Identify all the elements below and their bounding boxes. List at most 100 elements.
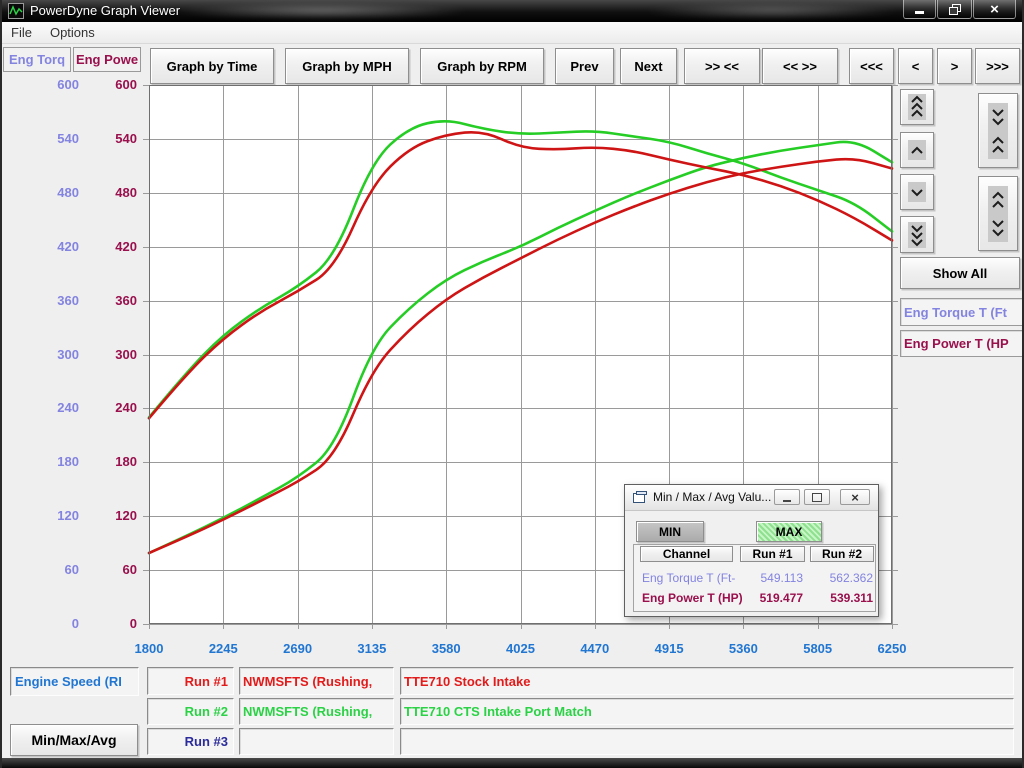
minmax-value: 549.113	[741, 571, 803, 585]
chevrons-inward-icon	[988, 103, 1008, 159]
glass-blur-artifact	[172, 3, 472, 19]
graph-by-mph-button[interactable]: Graph by MPH	[285, 48, 409, 84]
minmax-title-bar[interactable]: Min / Max / Avg Valu... ×	[625, 485, 878, 511]
x-channel-box: Engine Speed (RI	[10, 667, 139, 696]
torque-axis-toggle[interactable]: Eng Torq	[3, 47, 71, 72]
power-axis-toggle[interactable]: Eng Powe	[73, 47, 141, 72]
power-tick-label: 480	[70, 185, 137, 200]
run1-comment-box: TTE710 Stock Intake	[400, 667, 1014, 695]
minmax-avg-button[interactable]: Min/Max/Avg	[10, 724, 138, 756]
run2-file-box: NWMSFTS (Rushing,	[239, 698, 394, 725]
run2-comment-box: TTE710 CTS Intake Port Match	[400, 698, 1014, 725]
window-title: PowerDyne Graph Viewer	[30, 3, 180, 18]
minmax-window: Min / Max / Avg Valu... × MIN MAX Channe…	[624, 484, 879, 617]
rpm-tick-label: 2245	[188, 641, 258, 656]
y-scale-down-button[interactable]	[900, 174, 934, 210]
rpm-tick-label: 4915	[634, 641, 704, 656]
show-all-button[interactable]: Show All	[900, 257, 1020, 289]
minmax-header-run2[interactable]: Run #2	[810, 546, 874, 562]
glass-blur-artifact	[642, 3, 902, 19]
prev-button[interactable]: Prev	[555, 48, 614, 84]
torque-tick-label: 600	[12, 77, 79, 92]
minimize-icon	[915, 11, 924, 14]
power-tick-label: 420	[70, 239, 137, 254]
next-button[interactable]: Next	[620, 48, 677, 84]
rpm-tick-label: 2690	[263, 641, 333, 656]
y-range-expand-button[interactable]	[978, 176, 1018, 251]
graph-by-rpm-button[interactable]: Graph by RPM	[420, 48, 544, 84]
legend-torque-channel: Eng Torque T (Ft	[900, 298, 1024, 326]
minmax-value: 519.477	[741, 591, 803, 605]
rpm-tick-label: 6250	[857, 641, 927, 656]
power-tick-label: 600	[70, 77, 137, 92]
minmax-minimize-button[interactable]	[774, 489, 800, 505]
minimize-button[interactable]	[903, 0, 936, 19]
chevron-up-icon	[908, 140, 926, 160]
app-icon	[8, 3, 24, 19]
minmax-row-channel: Eng Power T (HP)	[642, 591, 743, 605]
menu-file[interactable]: File	[2, 23, 41, 42]
chevrons-outward-icon	[988, 186, 1008, 242]
maximize-button[interactable]	[937, 0, 972, 19]
torque-tick-label: 540	[12, 131, 79, 146]
torque-tick-label: 180	[12, 454, 79, 469]
power-tick-label: 0	[70, 616, 137, 631]
minmax-close-button[interactable]: ×	[840, 489, 870, 505]
power-tick-label: 180	[70, 454, 137, 469]
rpm-tick-label: 4470	[560, 641, 630, 656]
run3-file-box	[239, 728, 394, 755]
power-tick-label: 240	[70, 400, 137, 415]
minmax-window-title: Min / Max / Avg Valu...	[653, 490, 771, 504]
torque-tick-label: 480	[12, 185, 79, 200]
minmax-row-channel: Eng Torque T (Ft-	[642, 571, 735, 585]
scroll-far-right-button[interactable]: >>>	[975, 48, 1020, 84]
y-scale-down-fast-button[interactable]	[900, 216, 934, 253]
maximize-icon	[949, 4, 961, 15]
power-tick-label: 60	[70, 562, 137, 577]
torque-tick-label: 360	[12, 293, 79, 308]
menu-options[interactable]: Options	[41, 23, 104, 42]
torque-tick-label: 300	[12, 347, 79, 362]
minmax-header-channel[interactable]: Channel	[640, 546, 733, 562]
zoom-out-button[interactable]: << >>	[762, 48, 838, 84]
graph-by-time-button[interactable]: Graph by Time	[150, 48, 274, 84]
minmax-header-run1[interactable]: Run #1	[740, 546, 805, 562]
rpm-tick-label: 3580	[411, 641, 481, 656]
min-button[interactable]: MIN	[636, 521, 704, 542]
run1-label-box: Run #1	[147, 667, 234, 695]
torque-tick-label: 60	[12, 562, 79, 577]
torque-tick-label: 120	[12, 508, 79, 523]
power-tick-label: 300	[70, 347, 137, 362]
rpm-tick-label: 5805	[783, 641, 853, 656]
y-scale-up-fast-button[interactable]	[900, 89, 934, 125]
minmax-restore-button[interactable]	[804, 489, 830, 505]
y-scale-up-button[interactable]	[900, 132, 934, 168]
torque-tick-label: 0	[12, 616, 79, 631]
run3-comment-box	[400, 728, 1014, 755]
app-window: PowerDyne Graph Viewer × File Options En…	[0, 0, 1024, 768]
minmax-value: 539.311	[811, 591, 873, 605]
run2-label-box: Run #2	[147, 698, 234, 725]
power-tick-label: 360	[70, 293, 137, 308]
power-tick-label: 540	[70, 131, 137, 146]
scroll-right-button[interactable]: >	[937, 48, 972, 84]
close-button[interactable]: ×	[973, 0, 1016, 19]
legend-power-channel: Eng Power T (HP	[900, 330, 1024, 357]
title-bar[interactable]: PowerDyne Graph Viewer ×	[2, 0, 1022, 22]
zoom-in-button[interactable]: >> <<	[684, 48, 760, 84]
scroll-far-left-button[interactable]: <<<	[849, 48, 894, 84]
max-button[interactable]: MAX	[756, 521, 822, 542]
triple-chevron-up-icon	[908, 94, 926, 120]
menu-bar: File Options	[2, 22, 1022, 44]
run3-label-box: Run #3	[147, 728, 234, 755]
scroll-left-button[interactable]: <	[898, 48, 933, 84]
window-frame-bottom	[2, 758, 1022, 768]
torque-tick-label: 420	[12, 239, 79, 254]
minmax-window-icon	[633, 491, 647, 503]
y-range-contract-button[interactable]	[978, 93, 1018, 168]
rpm-tick-label: 1800	[114, 641, 184, 656]
torque-tick-label: 240	[12, 400, 79, 415]
rpm-tick-label: 3135	[337, 641, 407, 656]
restore-icon	[812, 493, 822, 502]
run1-torque-curve	[149, 132, 892, 418]
